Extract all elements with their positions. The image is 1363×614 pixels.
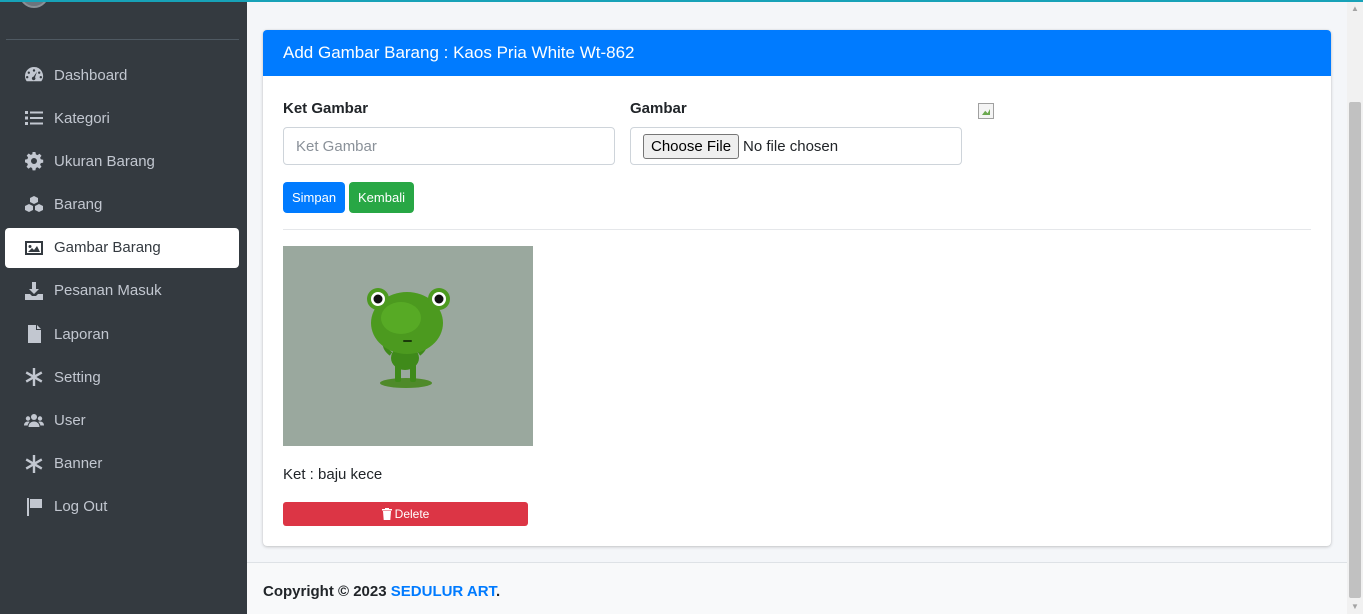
footer: Copyright © 2023 SEDULUR ART. bbox=[247, 562, 1347, 614]
cubes-icon bbox=[23, 194, 45, 216]
sidebar-item-banner[interactable]: Banner bbox=[5, 444, 239, 484]
sidebar-item-label: Barang bbox=[54, 196, 103, 214]
sidebar-item-label: Dashboard bbox=[54, 66, 128, 84]
broken-image-icon bbox=[978, 103, 994, 119]
scroll-up-icon[interactable]: ▲ bbox=[1350, 4, 1360, 14]
product-image bbox=[283, 246, 533, 446]
sidebar-item-setting[interactable]: Setting bbox=[5, 357, 239, 397]
sidebar-item-label: Setting bbox=[54, 368, 101, 386]
ket-gambar-input[interactable] bbox=[283, 127, 615, 165]
sidebar-item-label: Log Out bbox=[54, 498, 108, 516]
sidebar-item-kategori[interactable]: Kategori bbox=[5, 98, 239, 138]
gambar-label: Gambar bbox=[630, 100, 687, 117]
footer-period: . bbox=[496, 583, 501, 600]
asterisk-icon bbox=[23, 453, 45, 475]
sidebar: Dashboard Kategori Ukuran Barang Barang … bbox=[0, 0, 247, 614]
kembali-button[interactable]: Kembali bbox=[349, 182, 414, 213]
sidebar-item-label: User bbox=[54, 412, 86, 429]
copyright-text: Copyright © 2023 bbox=[263, 583, 387, 600]
users-icon bbox=[23, 410, 45, 432]
ket-gambar-group: Ket Gambar bbox=[283, 100, 615, 165]
card-title: Add Gambar Barang : Kaos Pria White Wt-8… bbox=[263, 30, 1331, 76]
gear-icon bbox=[23, 150, 45, 172]
simpan-button[interactable]: Simpan bbox=[283, 182, 346, 213]
sidebar-item-label: Ukuran Barang bbox=[54, 152, 155, 170]
scrollbar-thumb[interactable] bbox=[1349, 102, 1361, 598]
list-icon bbox=[23, 107, 45, 129]
add-gambar-card: Add Gambar Barang : Kaos Pria White Wt-8… bbox=[263, 30, 1331, 546]
sidebar-item-gambar-barang[interactable]: Gambar Barang bbox=[5, 227, 239, 268]
scroll-down-icon[interactable]: ▼ bbox=[1350, 602, 1360, 612]
sidebar-item-label: Pesanan Masuk bbox=[54, 282, 162, 300]
sidebar-item-ukuran-barang[interactable]: Ukuran Barang bbox=[5, 141, 239, 181]
trash-icon bbox=[381, 508, 392, 520]
ket-gambar-label: Ket Gambar bbox=[283, 100, 369, 117]
sidebar-item-barang[interactable]: Barang bbox=[5, 185, 239, 225]
download-icon bbox=[23, 280, 45, 302]
sidebar-divider bbox=[6, 39, 239, 40]
asterisk-icon bbox=[23, 366, 45, 388]
gambar-group: Gambar Choose File No file chosen bbox=[630, 100, 962, 165]
sidebar-item-label: Banner bbox=[54, 455, 103, 473]
sidebar-item-label: Laporan bbox=[54, 325, 110, 343]
frog-illustration bbox=[283, 246, 533, 446]
file-input[interactable]: Choose File No file chosen bbox=[630, 127, 962, 165]
sidebar-item-label: Kategori bbox=[54, 109, 110, 127]
file-status-text: No file chosen bbox=[743, 137, 839, 155]
image-icon bbox=[23, 237, 45, 259]
sidebar-item-log-out[interactable]: Log Out bbox=[5, 487, 239, 527]
delete-label: Delete bbox=[394, 507, 430, 521]
sidebar-item-pesanan-masuk[interactable]: Pesanan Masuk bbox=[5, 271, 239, 311]
sidebar-item-user[interactable]: User bbox=[5, 401, 239, 441]
delete-button[interactable]: Delete bbox=[283, 502, 528, 526]
sidebar-item-laporan[interactable]: Laporan bbox=[5, 314, 239, 354]
divider bbox=[283, 229, 1311, 230]
image-caption: Ket : baju kece bbox=[283, 466, 383, 483]
dashboard-icon bbox=[23, 64, 45, 86]
brand-link[interactable]: SEDULUR ART bbox=[391, 583, 496, 600]
sidebar-item-label: Gambar Barang bbox=[54, 239, 161, 257]
choose-file-button[interactable]: Choose File bbox=[643, 133, 740, 159]
file-icon bbox=[23, 323, 45, 345]
top-accent-line bbox=[0, 0, 1363, 2]
flag-icon bbox=[23, 496, 45, 518]
sidebar-nav: Dashboard Kategori Ukuran Barang Barang … bbox=[5, 55, 239, 530]
sidebar-item-dashboard[interactable]: Dashboard bbox=[5, 55, 239, 95]
